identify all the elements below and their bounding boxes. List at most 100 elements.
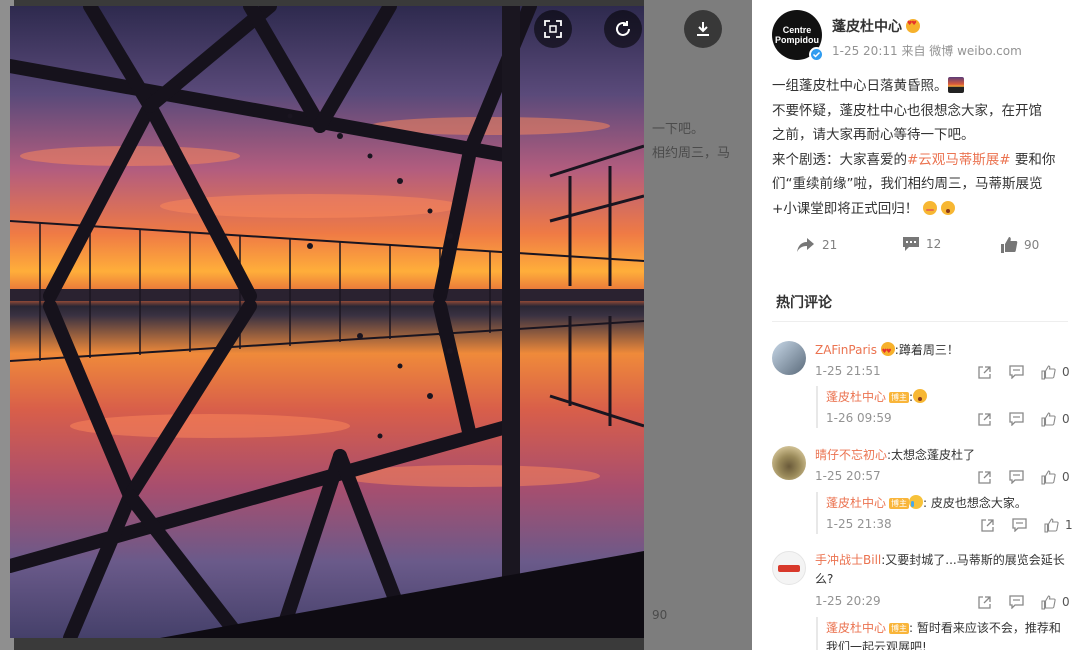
commenter-avatar[interactable]: [772, 341, 806, 375]
hot-comments-title: 热门评论: [776, 295, 832, 311]
comment-text: 手冲战士Bill:又要封城了...马蒂斯的展览会延长: [815, 551, 1065, 569]
share-icon[interactable]: [980, 518, 995, 533]
share-icon[interactable]: [977, 595, 992, 610]
reply-username[interactable]: 蓬皮杜中心: [826, 496, 886, 510]
like-icon[interactable]: 0: [1041, 594, 1070, 610]
comment-tools: 0: [977, 469, 1070, 485]
surprised-emoji-icon: [940, 200, 955, 215]
fullscreen-icon: [544, 20, 562, 38]
comment-username[interactable]: 晴仔不忘初心: [815, 448, 887, 462]
comment-body: :蹲着周三！: [894, 343, 959, 357]
post-actions: 21 12 90: [752, 236, 1080, 260]
comment-username[interactable]: ZAFinParis: [815, 343, 877, 357]
comment-tools: 0: [977, 364, 1070, 380]
post-line: 来个剧透：大家喜爱的: [772, 151, 907, 168]
divider: [772, 321, 1068, 322]
reply-icon[interactable]: [1009, 365, 1024, 379]
comment-count: 12: [926, 237, 942, 251]
reply-icon[interactable]: [1009, 412, 1024, 426]
comment-like-count: 0: [1062, 595, 1070, 609]
blogger-badge: 博主: [889, 623, 910, 634]
like-icon[interactable]: 0: [1041, 364, 1070, 380]
comment-tools: 0: [977, 594, 1070, 610]
comment-text: ZAFinParis :蹲着周三！: [815, 341, 959, 361]
commenter-avatar[interactable]: [772, 551, 806, 585]
post-body: 一组蓬皮杜中心日落黄昏照。 不要怀疑，蓬皮杜中心也很想念大家，在开馆 之前，请大…: [772, 74, 1068, 221]
surprised-emoji-icon: [913, 389, 928, 403]
author-name[interactable]: 蓬皮杜中心: [832, 16, 902, 36]
post-line: 之前，请大家再耐心等待一下吧。: [772, 127, 975, 143]
sunset-photo[interactable]: [10, 6, 644, 638]
post-meta: 1-25 20:11 来自 微博 weibo.com: [832, 44, 1022, 58]
reply-icon[interactable]: [1009, 470, 1024, 484]
reply-body: : 皮皮也想念大家。: [923, 496, 1027, 510]
like-button[interactable]: 90: [1000, 236, 1039, 254]
heart-eyes-emoji-icon: [880, 342, 895, 361]
comment-button[interactable]: 12: [902, 236, 941, 252]
share-arrow-icon: [797, 238, 814, 252]
thumbs-up-icon: [1001, 237, 1018, 253]
comment-body: :太想念蓬皮杜了: [887, 448, 976, 462]
heart-eyes-emoji-icon: [906, 19, 920, 33]
reply-text: 蓬皮杜中心 博主: 暂时看来应该不会，推荐和: [826, 619, 1061, 637]
post-line: 们“重续前缘”啦，我们相约周三，马蒂斯展览: [772, 176, 1043, 192]
fullscreen-button[interactable]: [534, 10, 572, 48]
reply-indicator: [816, 386, 818, 428]
avatar-logo-text: Centre Pompidou: [775, 25, 819, 45]
reply-icon[interactable]: [1009, 595, 1024, 609]
background-count: 90: [652, 608, 668, 622]
comment-text-continued: 么?: [815, 572, 834, 586]
reply-text: 蓬皮杜中心 博主 : 皮皮也想念大家。: [826, 494, 1027, 512]
reply-username[interactable]: 蓬皮杜中心: [826, 390, 886, 404]
rotate-icon: [616, 21, 630, 36]
reply-icon[interactable]: [1012, 518, 1027, 532]
reply-time: 1-26 09:59: [826, 411, 892, 425]
reply-tools: 0: [977, 411, 1070, 427]
blogger-badge: 博主: [889, 392, 910, 403]
reply-text: 蓬皮杜中心 博主:: [826, 388, 928, 406]
download-button[interactable]: [684, 10, 722, 48]
comment-like-count: 0: [1062, 365, 1070, 379]
comment-time: 1-25 20:57: [815, 469, 881, 483]
comment-icon: [903, 237, 919, 251]
commenter-avatar[interactable]: [772, 446, 806, 480]
post-line: 不要怀疑，蓬皮杜中心也很想念大家，在开馆: [772, 102, 1042, 119]
share-icon[interactable]: [977, 412, 992, 427]
reply-username[interactable]: 蓬皮杜中心: [826, 621, 886, 635]
share-icon[interactable]: [977, 365, 992, 380]
like-icon[interactable]: 0: [1041, 411, 1070, 427]
post-line: 一组蓬皮杜中心日落黄昏照。: [772, 78, 948, 94]
post-line: 要和你: [1014, 151, 1056, 168]
crying-emoji-icon: [909, 495, 924, 509]
comment-time: 1-25 21:51: [815, 364, 881, 378]
reply-tools: 1: [980, 517, 1073, 533]
hashtag-link[interactable]: #云观马蒂斯展#: [907, 152, 1011, 168]
comment-text: 晴仔不忘初心:太想念蓬皮杜了: [815, 446, 975, 464]
shy-emoji-icon: [922, 200, 937, 215]
sunset-emoji-icon: [947, 77, 964, 93]
like-icon[interactable]: 0: [1041, 469, 1070, 485]
share-icon[interactable]: [977, 470, 992, 485]
reply-like-count: 1: [1065, 518, 1073, 532]
comment-like-count: 0: [1062, 470, 1070, 484]
blogger-badge: 博主: [889, 498, 910, 509]
background-text: 一下吧。: [652, 122, 705, 137]
comment-body: :又要封城了...马蒂斯的展览会延长: [881, 553, 1065, 567]
reply-time: 1-25 21:38: [826, 517, 892, 531]
steel-structure-silhouette: [10, 6, 644, 638]
author-avatar[interactable]: Centre Pompidou: [772, 10, 824, 62]
rotate-button[interactable]: [604, 10, 642, 48]
repost-button[interactable]: 21: [796, 236, 837, 254]
like-count: 90: [1024, 238, 1040, 252]
image-viewer: 一下吧。 相约周三，马 90: [0, 0, 752, 650]
download-icon: [697, 22, 709, 36]
comment-time: 1-25 20:29: [815, 594, 881, 608]
reply-like-count: 0: [1062, 412, 1070, 426]
reply-indicator: [816, 492, 818, 534]
post-author: Centre Pompidou 蓬皮杜中心 1-25 20:11 来自 微博 w…: [772, 10, 1022, 62]
post-panel: Centre Pompidou 蓬皮杜中心 1-25 20:11 来自 微博 w…: [752, 0, 1080, 650]
background-text: 相约周三，马: [652, 146, 731, 161]
verified-badge-icon: [809, 47, 824, 62]
comment-username[interactable]: 手冲战士Bill: [815, 553, 881, 567]
like-icon[interactable]: 1: [1044, 517, 1073, 533]
